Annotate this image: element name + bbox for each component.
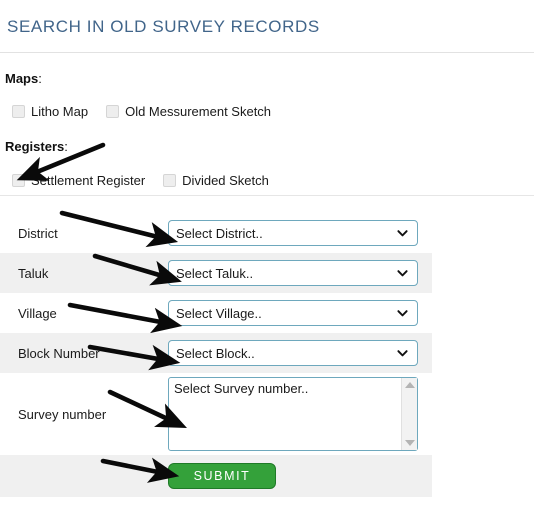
village-select[interactable]: Select Village..: [168, 300, 418, 326]
divided-sketch-label[interactable]: Divided Sketch: [182, 173, 269, 188]
divided-sketch-checkbox[interactable]: [163, 174, 177, 187]
taluk-select-value: Select Taluk..: [176, 265, 254, 281]
maps-heading-text: Maps: [5, 71, 39, 86]
table-row-district: District Select District..: [0, 213, 432, 253]
settlement-register-label[interactable]: Settlement Register: [31, 173, 145, 188]
submit-field-cell: SUBMIT: [168, 463, 432, 489]
block-number-select-value: Select Block..: [176, 345, 255, 361]
page-root: SEARCH IN OLD SURVEY RECORDS Maps: Litho…: [0, 0, 534, 513]
district-field-cell: Select District..: [168, 220, 432, 246]
village-label: Village: [18, 305, 57, 321]
district-label: District: [18, 225, 58, 241]
taluk-field-cell: Select Taluk..: [168, 260, 432, 286]
survey-number-scrollbar[interactable]: [401, 378, 417, 450]
taluk-select[interactable]: Select Taluk..: [168, 260, 418, 286]
registers-divider: [0, 195, 534, 196]
survey-number-listbox[interactable]: Select Survey number..: [168, 377, 418, 451]
search-form-table: District Select District.. Taluk Select …: [0, 213, 432, 497]
survey-number-field-cell: Select Survey number..: [168, 377, 432, 451]
maps-heading-colon: :: [38, 71, 42, 86]
scroll-up-arrow-icon[interactable]: [405, 382, 415, 388]
registers-checkbox-row: Settlement Register Divided Sketch: [12, 173, 287, 188]
old-messurement-sketch-label[interactable]: Old Messurement Sketch: [125, 104, 271, 119]
maps-checkbox-row: Litho Map Old Messurement Sketch: [12, 104, 289, 119]
table-row-submit: SUBMIT: [0, 455, 432, 497]
settlement-register-checkbox[interactable]: [12, 174, 25, 187]
litho-map-checkbox[interactable]: [12, 105, 25, 118]
village-select-value: Select Village..: [176, 305, 262, 321]
village-field-cell: Select Village..: [168, 300, 432, 326]
scroll-down-arrow-icon[interactable]: [405, 440, 415, 446]
table-row-block-number: Block Number Select Block..: [0, 333, 432, 373]
survey-number-option[interactable]: Select Survey number..: [169, 378, 417, 396]
chevron-down-icon: [397, 350, 408, 357]
registers-section-heading: Registers:: [5, 139, 68, 154]
district-select-value: Select District..: [176, 225, 263, 241]
district-select[interactable]: Select District..: [168, 220, 418, 246]
maps-section-heading: Maps:: [5, 71, 42, 86]
litho-map-label[interactable]: Litho Map: [31, 104, 88, 119]
block-number-select[interactable]: Select Block..: [168, 340, 418, 366]
block-number-field-cell: Select Block..: [168, 340, 432, 366]
old-messurement-sketch-checkbox[interactable]: [106, 105, 120, 118]
survey-number-label: Survey number: [18, 406, 107, 422]
title-divider: [0, 52, 534, 53]
table-row-taluk: Taluk Select Taluk..: [0, 253, 432, 293]
registers-heading-text: Registers: [5, 139, 65, 154]
page-title: SEARCH IN OLD SURVEY RECORDS: [7, 17, 320, 36]
chevron-down-icon: [397, 230, 408, 237]
registers-heading-colon: :: [64, 139, 68, 154]
table-row-survey-number: Survey number Select Survey number..: [0, 373, 432, 455]
taluk-label: Taluk: [18, 265, 49, 281]
block-number-label: Block Number: [18, 345, 100, 361]
table-row-village: Village Select Village..: [0, 293, 432, 333]
chevron-down-icon: [397, 270, 408, 277]
submit-button[interactable]: SUBMIT: [168, 463, 276, 489]
chevron-down-icon: [397, 310, 408, 317]
